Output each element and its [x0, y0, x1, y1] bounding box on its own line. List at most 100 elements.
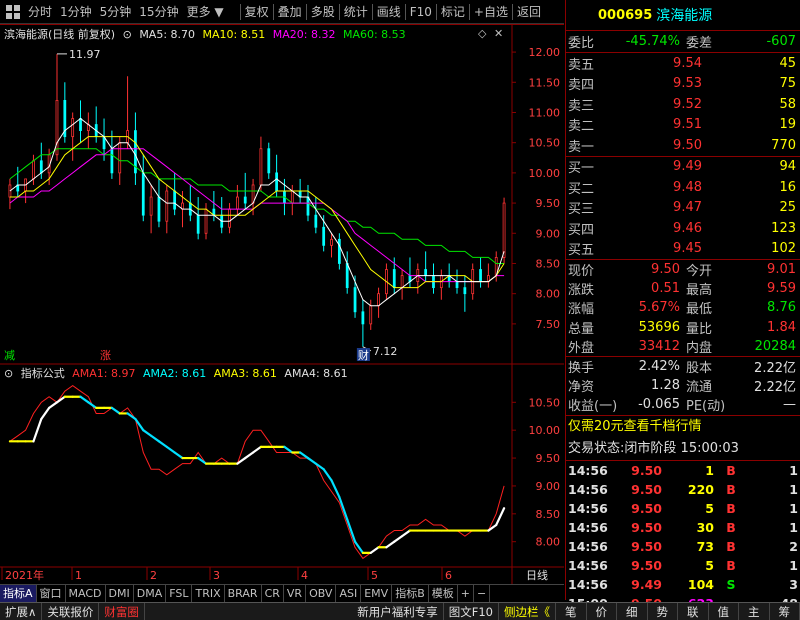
- ask-level-label: 卖三: [568, 98, 595, 114]
- panel-switch-button[interactable]: 价: [587, 602, 617, 620]
- indicator-tab[interactable]: VR: [284, 584, 307, 603]
- indicator-tab[interactable]: TRIX: [192, 584, 225, 603]
- tick-count: 1: [789, 558, 798, 574]
- price-axis-tick-label: 11.00: [529, 106, 561, 119]
- ask-row[interactable]: 卖二 9.51 19: [566, 115, 800, 136]
- ask-level-label: 卖二: [568, 119, 595, 135]
- stat-value: 1.28: [651, 378, 680, 394]
- stat-label: 今开: [686, 264, 713, 280]
- panel-switch-button[interactable]: 联: [678, 602, 709, 620]
- panel-switch-button[interactable]: 笔: [556, 602, 587, 620]
- candle-body: [479, 269, 482, 283]
- indicator-tab[interactable]: 指标A: [0, 584, 37, 603]
- new-user-benefit-link[interactable]: 新用户福利专享: [352, 602, 444, 620]
- related-quotes-button[interactable]: 关联报价: [42, 602, 100, 620]
- indicator-tab[interactable]: 指标B: [392, 584, 429, 603]
- tick-list[interactable]: 14:56 9.50 1 B 1 14:56 9.50 220 B 1 14:56 9.50 5 B 1 14…: [566, 461, 800, 614]
- x-axis-label: 4: [301, 569, 308, 582]
- draw-line-button[interactable]: 画线: [373, 0, 405, 24]
- event-tag-reduce: 减: [4, 349, 15, 362]
- indicator-tab[interactable]: MACD: [66, 584, 106, 603]
- candle-body: [369, 305, 373, 325]
- expand-button[interactable]: 扩展∧: [0, 602, 43, 620]
- indicator-axis-tick-label: 8.00: [536, 536, 561, 549]
- stat-value: —: [783, 397, 796, 413]
- mark-button[interactable]: 标记: [437, 0, 469, 24]
- stat-row: 总量 53696 量比 1.84: [566, 318, 800, 337]
- ask-volume: 19: [779, 117, 796, 133]
- candle-body: [290, 190, 294, 204]
- f10-button[interactable]: F10: [406, 0, 436, 24]
- f10-graphic-button[interactable]: 图文F10: [444, 602, 499, 620]
- period-more-dropdown[interactable]: 更多 ▼: [183, 0, 228, 24]
- candle-body: [424, 269, 428, 276]
- candle-body: [322, 226, 326, 246]
- period-more-label: 更多: [186, 4, 211, 19]
- price-axis-tick-label: 12.00: [529, 46, 561, 59]
- panel-switch-button[interactable]: 筹: [770, 602, 800, 620]
- ask-volume: 58: [779, 96, 796, 112]
- chevron-down-icon[interactable]: ⊙: [123, 28, 132, 41]
- level2-promo-link[interactable]: 仅需20元查看千档行情: [566, 416, 800, 438]
- ask-row[interactable]: 卖一 9.50 770: [566, 135, 800, 156]
- period-tab-1min[interactable]: 1分钟: [56, 0, 96, 24]
- indicator-tab[interactable]: +: [458, 584, 474, 603]
- chart-area[interactable]: 7.50 8.00 8.50 9.00 9.50 10.00 10.50 11.00 11.50…: [0, 24, 564, 584]
- stat-label: 外盘: [568, 340, 595, 356]
- period-label: 日线: [526, 568, 548, 582]
- panel-switch-button[interactable]: 主: [739, 602, 770, 620]
- kline-chart[interactable]: 7.50 8.00 8.50 9.00 9.50 10.00 10.50 11.00 11.50…: [0, 24, 564, 584]
- ask-price: 9.54: [673, 55, 702, 71]
- indicator-tab[interactable]: EMV: [361, 584, 393, 603]
- bid-volume: 102: [771, 241, 796, 257]
- bid-row[interactable]: 买四 9.46 123: [566, 218, 800, 239]
- stat-value: 1.84: [767, 319, 796, 335]
- candle-body: [345, 263, 349, 289]
- indicator-tab[interactable]: DMI: [106, 584, 134, 603]
- back-button[interactable]: 返回: [513, 0, 545, 24]
- sidebar-toggle-button[interactable]: 侧边栏《: [499, 602, 556, 620]
- candle-body: [330, 238, 333, 246]
- period-tab-intraday[interactable]: 分时: [24, 0, 56, 24]
- indicator-tab[interactable]: BRAR: [225, 584, 262, 603]
- indicator-tab[interactable]: FSL: [166, 584, 193, 603]
- period-tab-15min[interactable]: 15分钟: [135, 0, 182, 24]
- trade-status: 交易状态:闭市阶段 15:00:03: [566, 438, 800, 460]
- x-axis-label: 6: [445, 569, 452, 582]
- multi-stock-button[interactable]: 多股: [307, 0, 339, 24]
- period-tab-5min[interactable]: 5分钟: [96, 0, 136, 24]
- bid-row[interactable]: 买五 9.45 102: [566, 239, 800, 260]
- chevron-down-icon[interactable]: ⊙: [4, 367, 13, 380]
- indicator-title[interactable]: 指标公式: [21, 367, 65, 380]
- ama2-segment: [330, 479, 341, 499]
- indicator-tab[interactable]: DMA: [134, 584, 167, 603]
- adjust-button[interactable]: 复权: [241, 0, 273, 24]
- ask-row[interactable]: 卖五 9.54 45: [566, 53, 800, 74]
- ask-row[interactable]: 卖三 9.52 58: [566, 94, 800, 115]
- candle-body: [337, 238, 341, 264]
- ask-level-label: 卖四: [568, 78, 595, 94]
- stat-row: 收益(一) -0.065 PE(动) —: [566, 395, 800, 414]
- panel-switch-button[interactable]: 值: [709, 602, 739, 620]
- bid-row[interactable]: 买三 9.47 25: [566, 198, 800, 219]
- panel-switch-button[interactable]: 势: [648, 602, 678, 620]
- indicator-tab[interactable]: 窗口: [37, 584, 66, 603]
- add-watchlist-button[interactable]: +自选: [470, 0, 512, 24]
- indicator-tab[interactable]: 模板: [429, 584, 458, 603]
- tick-direction: B: [726, 558, 736, 574]
- indicator-tab[interactable]: −: [474, 584, 491, 603]
- candle-body: [267, 148, 271, 174]
- indicator-tab[interactable]: CR: [262, 584, 284, 603]
- panel-switch-button[interactable]: 细: [617, 602, 648, 620]
- grid-menu-icon[interactable]: [6, 4, 20, 19]
- bid-row[interactable]: 买二 9.48 16: [566, 177, 800, 198]
- stat-label: 收益(一): [568, 399, 618, 415]
- indicator-tab[interactable]: ASI: [336, 584, 362, 603]
- statistics-button[interactable]: 统计: [340, 0, 372, 24]
- wealth-circle-button[interactable]: 财富圈: [99, 602, 145, 620]
- bid-row[interactable]: 买一 9.49 94: [566, 157, 800, 178]
- indicator-tab[interactable]: OBV: [306, 584, 337, 603]
- ask-book: 卖五 9.54 45 卖四 9.53 75 卖三 9.52 58 卖二 9.51 19 卖一 9.50 77…: [566, 53, 800, 156]
- ask-row[interactable]: 卖四 9.53 75: [566, 74, 800, 95]
- overlay-button[interactable]: 叠加: [274, 0, 306, 24]
